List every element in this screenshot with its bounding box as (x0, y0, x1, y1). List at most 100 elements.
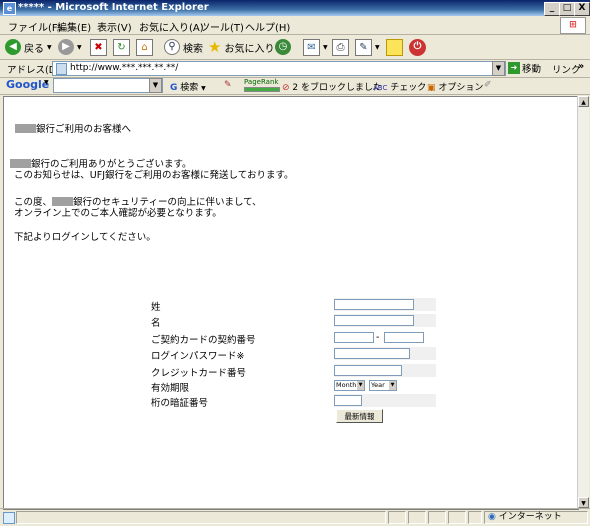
edit-button[interactable]: ✎ ▼ (355, 38, 380, 56)
options-icon: ▣ (427, 83, 436, 93)
status-pane (468, 511, 482, 524)
options-button[interactable]: ▣ オプション (427, 80, 483, 93)
menu-edit[interactable]: 編集(E) (57, 19, 91, 34)
last-name-input[interactable] (334, 299, 414, 310)
go-button[interactable]: ➜ 移動 (508, 61, 541, 75)
forward-button[interactable]: ▶ ▼ (58, 38, 82, 56)
status-pane (428, 511, 446, 524)
print-button[interactable]: ⎙ (332, 38, 349, 56)
login-password-input[interactable] (334, 348, 410, 359)
google-search-dropdown-icon[interactable]: ▼ (149, 78, 162, 93)
menu-tools[interactable]: ツール(T) (200, 19, 244, 34)
chevron-down-icon[interactable]: ▼ (44, 79, 49, 86)
close-button[interactable]: X (574, 2, 590, 16)
pencil-icon[interactable]: ✐ (484, 80, 492, 90)
chevron-down-icon: ▼ (375, 43, 380, 51)
expiry-month-select[interactable]: Month ▼ (334, 380, 365, 391)
pagerank-label[interactable]: PageRank (244, 78, 278, 86)
spellcheck-button[interactable]: ABC チェック ▼ (373, 80, 434, 93)
label-pin: 桁の暗証番号 (151, 398, 209, 409)
status-bar: ◉ インターネット (0, 508, 590, 526)
title-bar[interactable]: e ***** - Microsoft Internet Explorer _ … (0, 0, 590, 16)
scroll-up-icon[interactable]: ▲ (578, 96, 589, 107)
refresh-icon: ↻ (113, 38, 130, 56)
chevron-down-icon: ▼ (77, 43, 82, 51)
links-label[interactable]: リンク (552, 62, 581, 76)
credit-card-input[interactable] (334, 365, 402, 376)
popup-blocker[interactable]: ⊘ 2 をブロックしました (282, 80, 382, 93)
google-search-input[interactable] (53, 78, 163, 93)
scroll-down-icon[interactable]: ▼ (578, 497, 589, 508)
contract-dash: - (376, 332, 380, 343)
home-button[interactable]: ⌂ (136, 38, 153, 56)
notes-button[interactable] (386, 38, 403, 56)
power-icon: ⏻ (409, 38, 426, 56)
g-icon: G (170, 83, 178, 93)
popup-blocker-icon: ⊘ (282, 83, 290, 93)
menu-file[interactable]: ファイル(F) (8, 19, 62, 34)
submit-button[interactable]: 最新情報 (336, 409, 383, 423)
favorites-button[interactable]: ★ お気に入り (208, 38, 274, 56)
year-value: Year (371, 381, 385, 389)
history-icon: ◷ (275, 39, 291, 55)
menu-favorites[interactable]: お気に入り(A) (139, 19, 204, 34)
links-more[interactable]: » (578, 61, 584, 72)
status-pane (408, 511, 426, 524)
first-name-input[interactable] (334, 315, 414, 326)
contract-number-input-1[interactable] (334, 332, 374, 343)
printer-icon: ⎙ (332, 38, 349, 56)
page-status-icon (3, 512, 15, 524)
spellcheck-label: チェック (390, 83, 427, 93)
chevron-down-icon: ▼ (201, 85, 206, 92)
status-pane-main (16, 511, 386, 524)
google-search-label: 検索 (180, 83, 199, 93)
status-pane (388, 511, 406, 524)
globe-icon: ◉ (488, 512, 496, 522)
star-icon: ★ (208, 38, 222, 56)
note-icon (386, 38, 403, 56)
address-bar: アドレス(D) http://www.***.***.**.**/ ▼ ➜ 移動… (0, 60, 590, 78)
go-arrow-icon: ➜ (508, 62, 520, 74)
expiry-year-select[interactable]: Year ▼ (369, 380, 397, 391)
contract-number-input-2[interactable] (384, 332, 424, 343)
favorites-label: お気に入り (224, 43, 275, 55)
stop-icon: ✖ (90, 38, 107, 56)
search-button[interactable]: ⚲ 検索 (164, 38, 203, 56)
minimize-button[interactable]: _ (544, 2, 560, 16)
menu-view[interactable]: 表示(V) (97, 19, 132, 34)
forward-arrow-icon: ▶ (58, 39, 74, 55)
windows-logo-icon: ⊞ (560, 17, 586, 34)
back-arrow-icon: ◀ (5, 39, 21, 55)
status-pane (448, 511, 466, 524)
highlight-icon[interactable]: ✎ (224, 80, 232, 90)
address-input[interactable]: http://www.***.***.**.**/ (52, 61, 506, 76)
login-instruction: 下記よりログインしてください。 (14, 232, 156, 243)
security-zone: ◉ インターネット (484, 511, 588, 524)
label-first-name: 名 (151, 318, 161, 329)
back-button[interactable]: ◀ 戻る ▼ (5, 38, 52, 56)
page-icon (56, 63, 67, 75)
address-dropdown-icon[interactable]: ▼ (492, 61, 505, 76)
security-line-2: オンライン上でのご本人確認が必要となります。 (14, 208, 222, 219)
go-label: 移動 (522, 64, 542, 75)
pin-input[interactable] (334, 395, 362, 406)
pagerank-bar (244, 87, 280, 92)
google-search-button[interactable]: G 検索 ▼ (170, 80, 206, 93)
menu-help[interactable]: ヘルプ(H) (245, 19, 290, 34)
zone-label: インターネット (498, 512, 562, 522)
back-label: 戻る (24, 43, 44, 55)
google-toolbar: Google ▼ ▼ G 検索 ▼ ✎ PageRank ⊘ 2 をブロックしま… (0, 77, 590, 95)
stop-button[interactable]: ✖ (90, 38, 107, 56)
redacted-bank-name (15, 124, 36, 133)
mail-button[interactable]: ✉ ▼ (303, 38, 328, 56)
search-icon: ⚲ (164, 39, 180, 55)
ie-icon: e (3, 2, 16, 15)
vertical-scrollbar[interactable]: ▲ ▼ (577, 96, 589, 508)
label-last-name: 姓 (151, 302, 161, 313)
toolbar: ◀ 戻る ▼ ▶ ▼ ✖ ↻ ⌂ ⚲ 検索 ★ お気に入り ◷ ✉ ▼ ⎙ ✎ … (0, 35, 590, 60)
history-button[interactable]: ◷ (275, 38, 291, 56)
refresh-button[interactable]: ↻ (113, 38, 130, 56)
google-logo[interactable]: Google (6, 78, 49, 91)
messenger-button[interactable]: ⏻ (409, 38, 426, 56)
maximize-button[interactable]: □ (559, 2, 575, 16)
